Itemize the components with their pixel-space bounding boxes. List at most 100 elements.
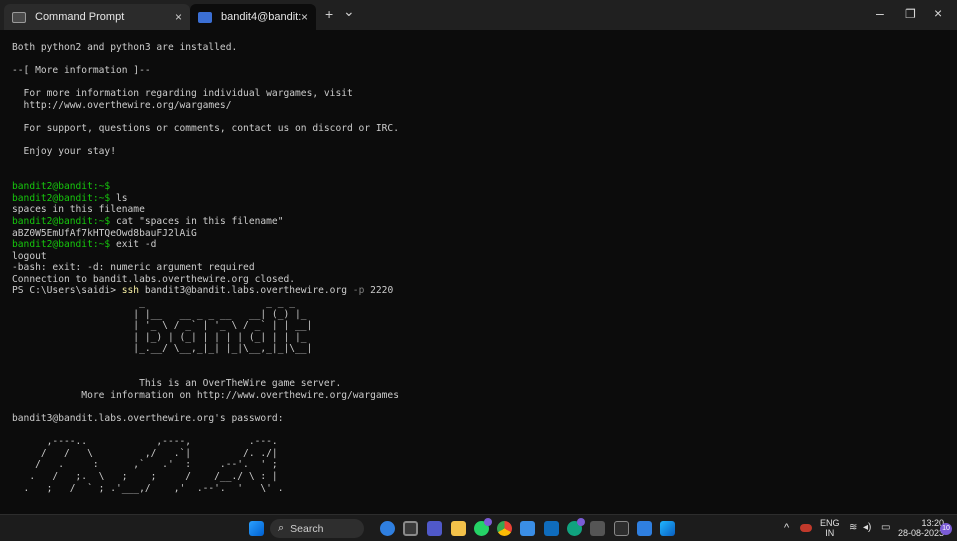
photos-icon[interactable] [660,521,675,536]
terminal-line: spaces in this filename [12,204,399,216]
line-text: For more information regarding individua… [12,88,353,100]
terminal-line: bandit2@bandit:~$ exit -d [12,239,399,251]
command-flag: -p [352,285,365,297]
chrome-icon[interactable] [497,521,512,536]
terminal-line: Connection to bandit.labs.overthewire.or… [12,274,399,286]
terminal-line: For support, questions or comments, cont… [12,123,399,135]
line-text: . ; / ` ; .'___,/ ,' .--'. ' \' . [12,482,290,494]
teams-icon[interactable] [427,521,442,536]
line-text: For support, questions or comments, cont… [12,123,399,135]
task-view-icon[interactable] [403,521,418,536]
line-text: / . : ,` .' : .--'. ' ; [12,459,284,471]
command-port: 2220 [364,285,394,297]
line-text: logout [12,250,47,262]
battery-icon[interactable]: ▭ [881,523,890,533]
line-text: . / ;. \ ; ; / /__./ \ : | [12,470,284,482]
notification-badge[interactable]: 10 [940,523,952,535]
terminal-lines: Both python2 and python3 are installed. -… [12,42,399,494]
tray-app-icon[interactable] [800,524,812,532]
terminal-line: | '_ \ / _` | '_ \ / _` | | __| [12,320,399,332]
terminal-line: More information on http://www.overthewi… [12,390,399,402]
tab-close-icon[interactable]: × [175,10,182,24]
calculator-icon[interactable] [590,521,605,536]
maximize-button[interactable]: ❐ [905,7,916,21]
terminal-line: . / ;. \ ; ; / /__./ \ : | [12,471,399,483]
terminal-line: bandit2@bandit:~$ ls [12,193,399,205]
search-box[interactable]: ⌕ Search [270,519,364,538]
region-label: IN [825,528,835,538]
terminal-line: aBZ0W5EmUfAf7kHTQeOwd8bauFJ2lAiG [12,228,399,240]
line-text: --[ More information ]-- [12,65,151,77]
tab-command-prompt[interactable]: Command Prompt × [4,4,190,30]
chatgpt-badge [577,518,585,526]
terminal-line: |_.__/ \__,_|_| |_|\__,_|_|\__| [12,343,399,355]
minimize-button[interactable]: – [876,5,884,21]
line-text: exit -d [110,239,157,251]
clock[interactable]: 13:20 28-08-2023 [898,518,944,538]
line-text: Enjoy your stay! [12,146,116,158]
line-text: -bash: exit: -d: numeric argument requir… [12,262,255,274]
search-label: Search [290,522,324,535]
clock-date: 28-08-2023 [898,528,945,538]
terminal-line: logout [12,251,399,263]
tab-dropdown-button[interactable]: ⌄ [343,3,355,20]
volume-icon[interactable]: ◂) [863,523,871,533]
terminal-line: bandit2@bandit:~$ cat "spaces in this fi… [12,216,399,228]
line-text: ls [110,192,128,204]
terminal-line: --[ More information ]-- [12,65,399,77]
terminal-line: bandit2@bandit:~$ [12,181,399,193]
line-text: aBZ0W5EmUfAf7kHTQeOwd8bauFJ2lAiG [12,227,197,239]
terminal-line: _ _ _ _ [12,297,399,309]
line-text: | |_) | (_| | | | | (_| | | |_ [12,331,313,343]
new-tab-button[interactable]: + [325,6,333,22]
line-text: More information on http://www.overthewi… [12,389,399,401]
terminal-icon [12,11,26,23]
copilot-icon[interactable] [380,521,395,536]
outlook-icon[interactable] [544,521,559,536]
title-bar: Command Prompt × bandit4@bandit: ~/inher… [0,0,957,30]
notepad-icon[interactable] [637,521,652,536]
language-label: ENG [820,518,840,528]
terminal-line: . ; / ` ; .'___,/ ,' .--'. ' \' . [12,483,399,495]
terminal-line: For more information regarding individua… [12,88,399,100]
line-text: This is an OverTheWire game server. [12,378,342,390]
line-text: http://www.overthewire.org/wargames/ [12,99,232,111]
whatsapp-badge [484,518,492,526]
close-window-button[interactable]: × [934,5,942,21]
line-text: ,----.. ,----, .---. [12,436,284,448]
line-text: _ _ _ _ [12,297,313,309]
tab-close-icon[interactable]: × [301,10,308,24]
line-text: spaces in this filename [12,204,145,216]
file-explorer-icon[interactable] [451,521,466,536]
line-text: Connection to bandit.labs.overthewire.or… [12,273,296,285]
store-icon[interactable] [520,521,535,536]
shell-prompt: bandit2@bandit:~$ [12,215,111,227]
terminal-line: http://www.overthewire.org/wargames/ [12,100,399,112]
terminal-line: This is an OverTheWire game server. [12,378,399,390]
terminal-line: ,----.. ,----, .---. [12,436,399,448]
line-text: | |__ __ _ _ __ __| (_) |_ [12,308,313,320]
taskbar: ⌕ Search ^ ENG IN ≋ ◂) ▭ 13:20 28-08-202… [0,514,957,541]
windows-start-icon[interactable] [249,521,264,536]
line-text: |_.__/ \__,_|_| |_|\__,_|_|\__| [12,343,313,355]
language-indicator[interactable]: ENG IN [820,518,840,538]
terminal-output[interactable]: Both python2 and python3 are installed. -… [0,30,957,514]
shell-prompt: bandit2@bandit:~$ [12,192,111,204]
shell-prompt: bandit2@bandit:~$ [12,181,111,193]
tray-overflow-chevron-icon[interactable]: ^ [784,523,789,534]
tab-bandit-terminal[interactable]: bandit4@bandit: ~/inhere × [190,4,316,30]
terminal-icon[interactable] [614,521,629,536]
line-text: PS C:\Users\saidi> [12,285,122,297]
terminal-line: | |__ __ _ _ __ __| (_) |_ [12,309,399,321]
line-text: / / \ ,/ .`| /. ./| [12,447,284,459]
wifi-icon[interactable]: ≋ [849,523,857,533]
terminal-line: / . : ,` .' : .--'. ' ; [12,459,399,471]
